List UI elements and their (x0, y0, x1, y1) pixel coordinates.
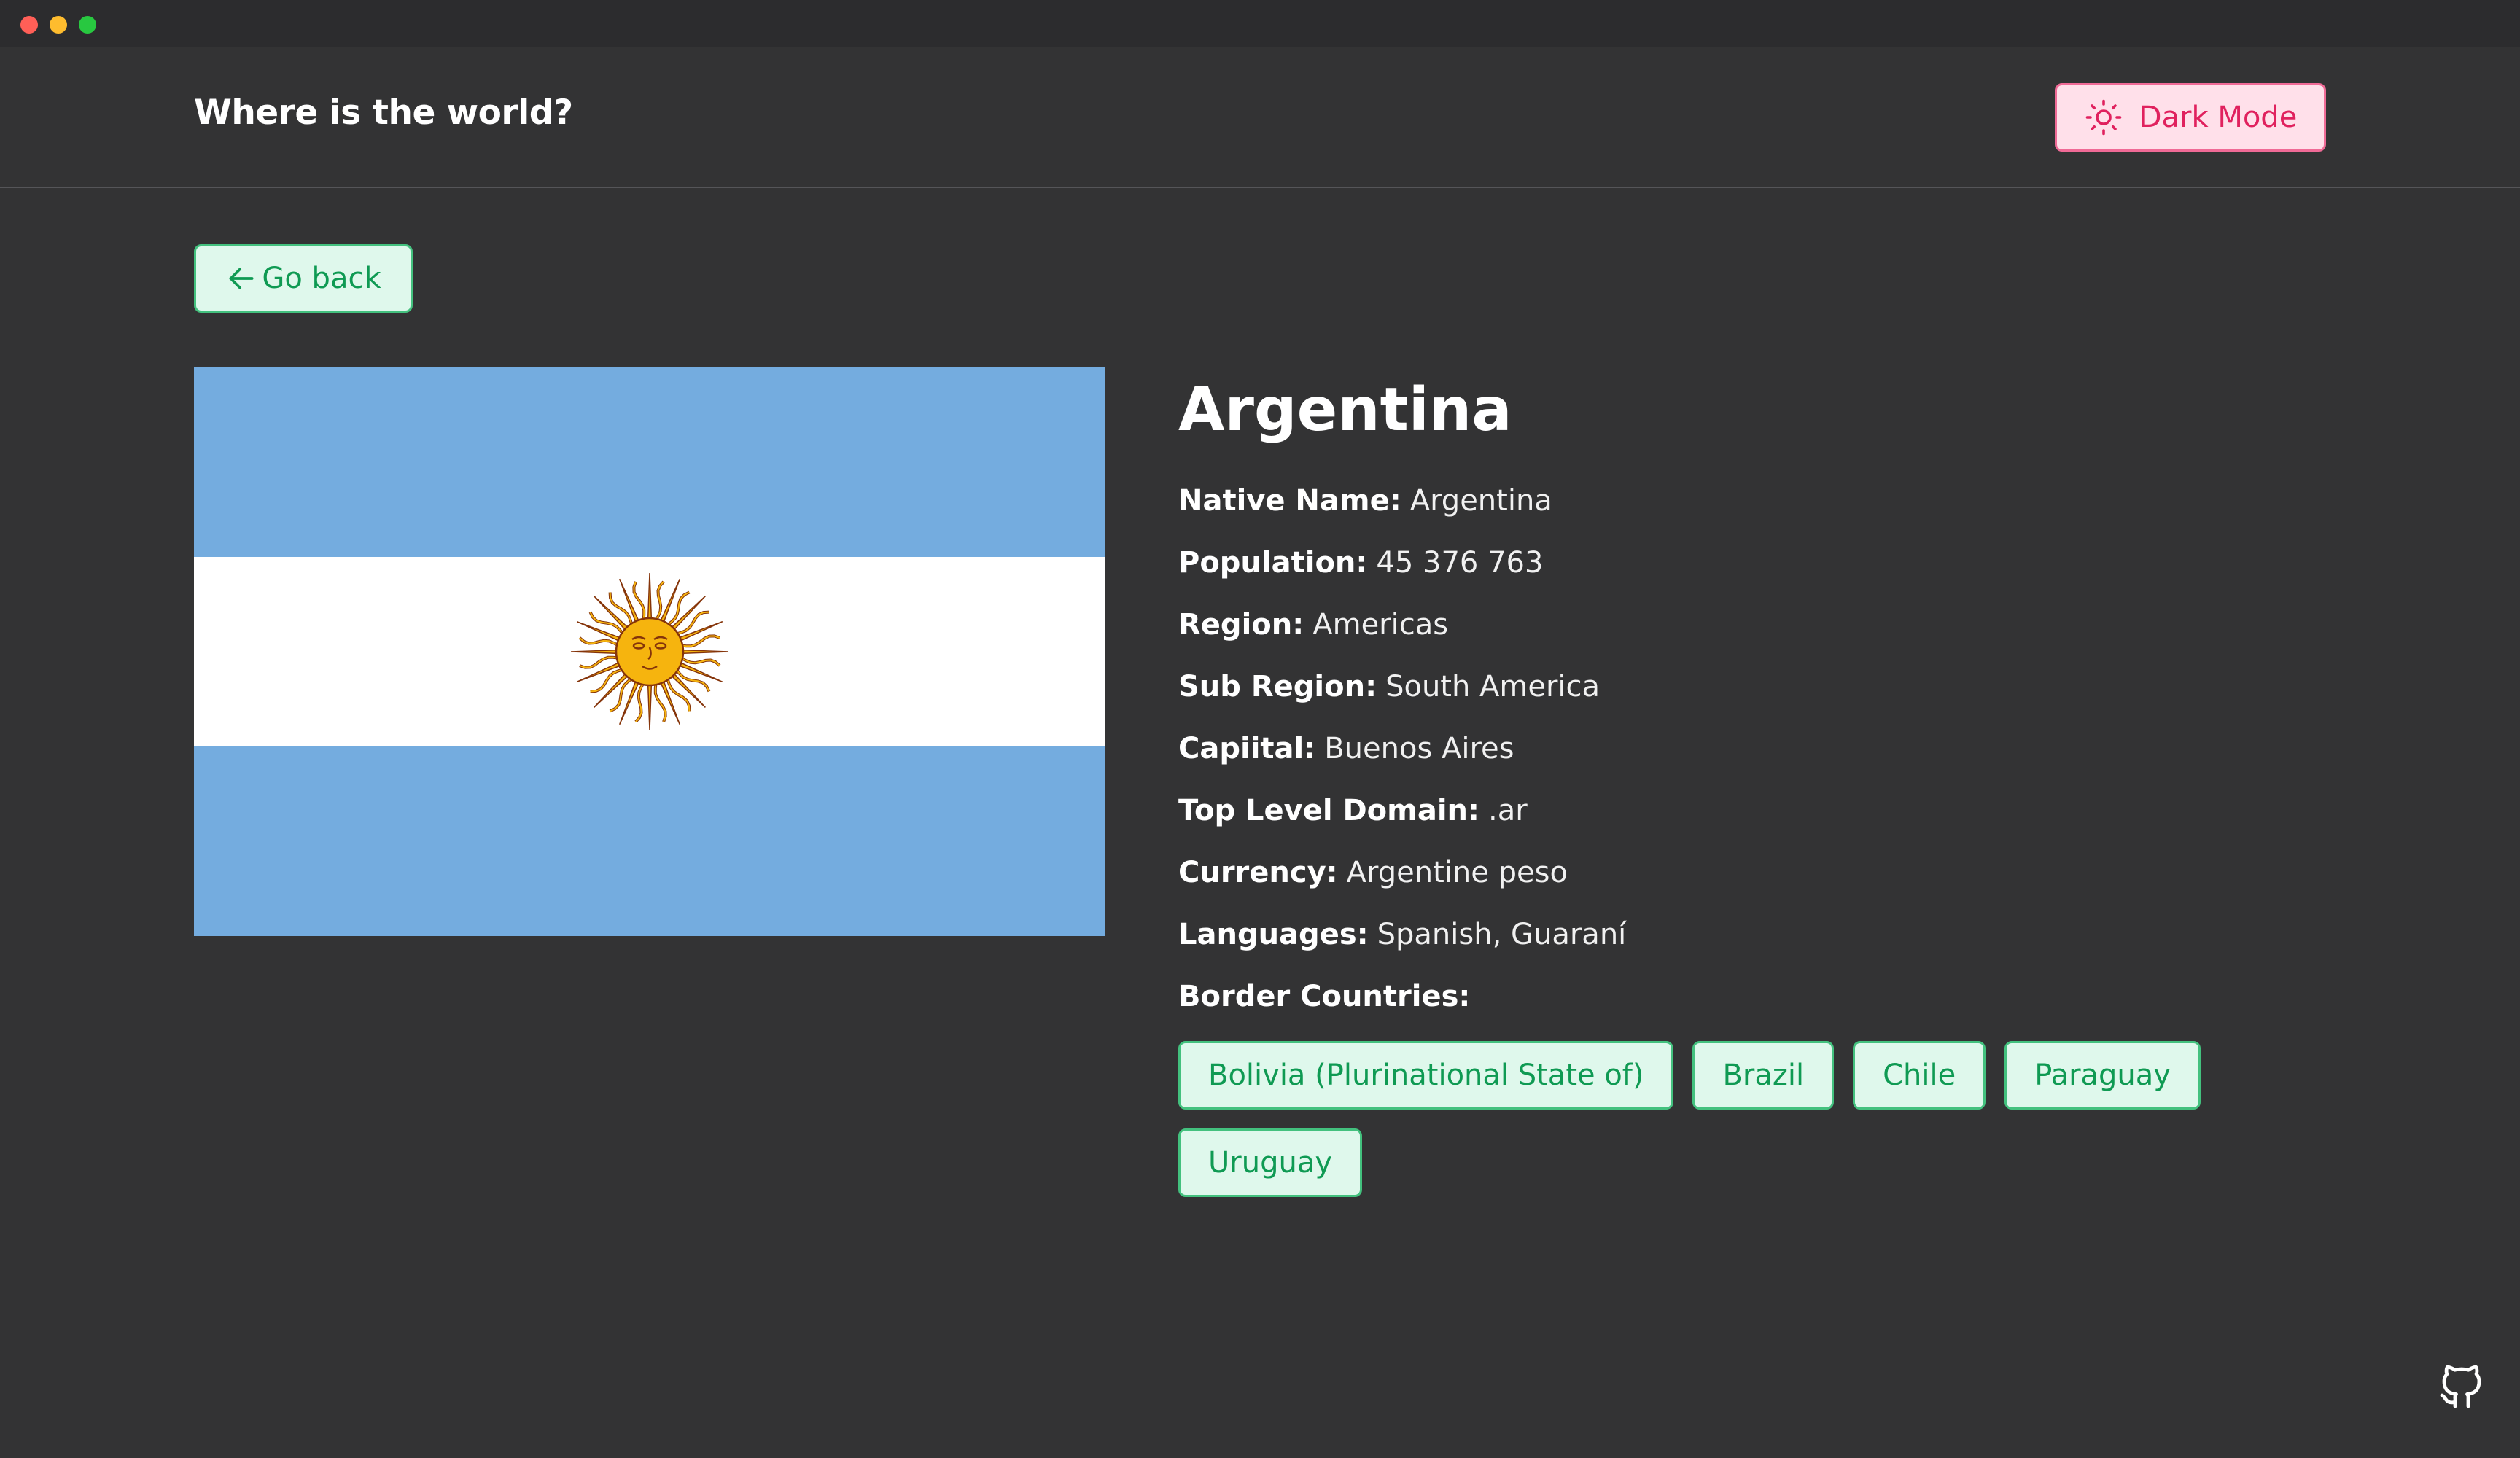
close-window-button[interactable] (20, 16, 38, 34)
info-row: Sub Region: South America (1178, 656, 2418, 718)
border-country-chip[interactable]: Uruguay (1178, 1128, 1362, 1197)
dark-mode-button[interactable]: Dark Mode (2055, 83, 2326, 152)
info-label: Languages: (1178, 918, 1369, 951)
info-value: Argentina (1409, 484, 1552, 518)
info-value: South America (1385, 670, 1601, 703)
info-row: Capiital: Buenos Aires (1178, 718, 2418, 780)
sun-icon (2085, 99, 2121, 136)
go-back-label: Go back (262, 262, 381, 295)
info-value: Argentine peso (1346, 856, 1568, 889)
country-name: Argentina (1178, 375, 1512, 445)
border-country-chip[interactable]: Paraguay (2004, 1041, 2201, 1110)
info-value: .ar (1488, 794, 1528, 827)
info-label: Capiital: (1178, 732, 1316, 765)
minimize-window-button[interactable] (50, 16, 67, 34)
info-label: Currency: (1178, 856, 1338, 889)
argentina-flag-image (194, 367, 1105, 936)
info-row: Native Name: Argentina (1178, 470, 2418, 532)
info-value: Spanish, Guaraní (1377, 918, 1627, 951)
info-label: Native Name: (1178, 484, 1401, 518)
info-label: Sub Region: (1178, 670, 1377, 703)
app-title: Where is the world? (194, 93, 573, 133)
info-value: Americas (1312, 608, 1449, 642)
arrow-left-icon (229, 268, 254, 289)
info-row: Population: 45 376 763 (1178, 532, 2418, 594)
app-window: Where is the world? Dark Mode Go back Ar… (0, 0, 2520, 1458)
window-titlebar (0, 0, 2520, 47)
maximize-window-button[interactable] (79, 16, 96, 34)
go-back-button[interactable]: Go back (194, 244, 413, 313)
info-value: Buenos Aires (1324, 732, 1514, 765)
info-label: Region: (1178, 608, 1304, 642)
border-country-chip[interactable]: Bolivia (Plurinational State of) (1178, 1041, 1674, 1110)
border-countries-list: Bolivia (Plurinational State of) Brazil Ch… (1178, 1041, 2258, 1197)
info-list: Native Name: Argentina Population: 45 376 7… (1178, 470, 2418, 966)
github-icon[interactable] (2435, 1360, 2488, 1413)
app-header: Where is the world? Dark Mode (0, 47, 2520, 188)
info-row: Languages: Spanish, Guaraní (1178, 904, 2418, 966)
country-details: Argentina Native Name: Argentina Populatio… (1178, 372, 2418, 1197)
info-row: Top Level Domain: .ar (1178, 780, 2418, 842)
border-country-chip[interactable]: Brazil (1692, 1041, 1835, 1110)
dark-mode-label: Dark Mode (2139, 101, 2298, 134)
info-label: Top Level Domain: (1178, 794, 1480, 827)
border-country-chip[interactable]: Chile (1853, 1041, 1986, 1110)
info-row: Currency: Argentine peso (1178, 842, 2418, 904)
info-row: Region: Americas (1178, 594, 2418, 656)
sun-of-may-icon (570, 572, 729, 731)
info-label: Population: (1178, 546, 1368, 580)
info-value: 45 376 763 (1376, 546, 1544, 580)
border-countries-label: Border Countries: (1178, 980, 1471, 1013)
